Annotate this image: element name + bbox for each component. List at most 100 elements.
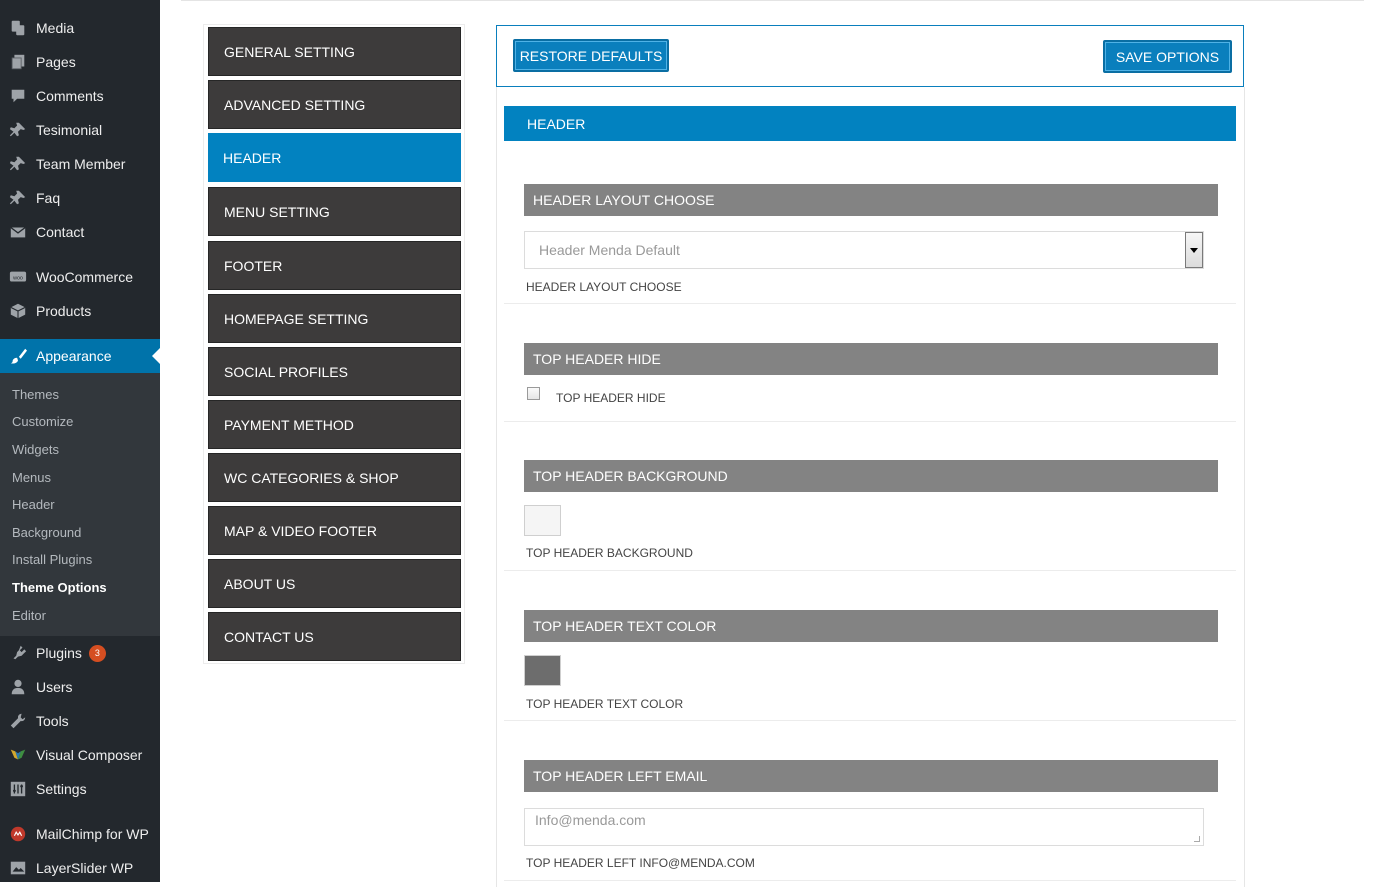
- menu-item-label: Contact: [36, 224, 85, 240]
- menu-item-label: Pages: [36, 54, 76, 70]
- field-heading-top-header-left-email: TOP HEADER LEFT EMAIL: [524, 760, 1218, 792]
- menu-item-users[interactable]: Users: [0, 670, 160, 704]
- theme-options-nav: GENERAL SETTING ADVANCED SETTING HEADER …: [203, 24, 465, 664]
- options-action-bar: RESTORE DEFAULTS SAVE OPTIONS: [496, 25, 1244, 87]
- menu-item-faq[interactable]: Faq: [0, 181, 160, 215]
- box-icon: [0, 302, 36, 320]
- field-divider: [504, 303, 1236, 304]
- field-heading-top-header-text-color: TOP HEADER TEXT COLOR: [524, 610, 1218, 642]
- menu-item-media[interactable]: Media: [0, 11, 160, 45]
- nav-advanced-setting[interactable]: ADVANCED SETTING: [208, 80, 461, 129]
- nav-about-us[interactable]: ABOUT US: [208, 559, 461, 608]
- pin-icon: [0, 155, 36, 173]
- menu-item-label: Products: [36, 303, 92, 319]
- field-heading-top-header-background: TOP HEADER BACKGROUND: [524, 460, 1218, 492]
- menu-item-label: WooCommerce: [36, 269, 133, 285]
- menu-item-label: Users: [36, 679, 73, 695]
- nav-menu-setting[interactable]: MENU SETTING: [208, 187, 461, 236]
- menu-item-plugins[interactable]: Plugins 3: [0, 636, 160, 670]
- section-title: HEADER: [504, 106, 1236, 141]
- nav-wc-categories-shop[interactable]: WC CATEGORIES & SHOP: [208, 453, 461, 502]
- field-divider: [504, 880, 1236, 881]
- plug-icon: [0, 644, 36, 662]
- chevron-down-icon[interactable]: [1185, 232, 1203, 268]
- nav-contact-us[interactable]: CONTACT US: [208, 612, 461, 661]
- field-caption-top-header-left-email: TOP HEADER LEFT INFO@MENDA.COM: [526, 856, 755, 870]
- submenu-customize[interactable]: Customize: [12, 414, 73, 429]
- nav-map-video-footer[interactable]: MAP & VIDEO FOOTER: [208, 506, 461, 555]
- field-caption-top-header-hide: TOP HEADER HIDE: [556, 391, 666, 405]
- menu-item-tools[interactable]: Tools: [0, 704, 160, 738]
- nav-header[interactable]: HEADER: [208, 133, 461, 182]
- submenu-menus[interactable]: Menus: [12, 470, 51, 485]
- menu-item-label: Settings: [36, 781, 87, 797]
- save-options-button[interactable]: SAVE OPTIONS: [1103, 40, 1232, 73]
- menu-item-tesimonial[interactable]: Tesimonial: [0, 113, 160, 147]
- menu-item-label: Visual Composer: [36, 747, 143, 763]
- submenu-background[interactable]: Background: [12, 525, 81, 540]
- svg-text:woo: woo: [12, 275, 23, 281]
- pages-icon: [0, 53, 36, 71]
- menu-item-products[interactable]: Products: [0, 294, 160, 328]
- menu-item-contact[interactable]: Contact: [0, 215, 160, 249]
- submenu-header[interactable]: Header: [12, 497, 55, 512]
- top-header-background-swatch[interactable]: [524, 505, 561, 536]
- field-caption-layout: HEADER LAYOUT CHOOSE: [526, 280, 682, 294]
- field-caption-top-header-background: TOP HEADER BACKGROUND: [526, 546, 693, 560]
- menu-item-mailchimp[interactable]: MailChimp for WP: [0, 817, 160, 851]
- menu-item-label: MailChimp for WP: [36, 826, 149, 842]
- menu-item-label: Team Member: [36, 156, 126, 172]
- nav-payment-method[interactable]: PAYMENT METHOD: [208, 400, 461, 449]
- sliders-icon: [0, 780, 36, 798]
- pin-icon: [0, 121, 36, 139]
- submenu-widgets[interactable]: Widgets: [12, 442, 59, 457]
- top-header-hide-checkbox[interactable]: [527, 387, 540, 400]
- nav-social-profiles[interactable]: SOCIAL PROFILES: [208, 347, 461, 396]
- appearance-submenu: Themes Customize Widgets Menus Header Ba…: [0, 373, 160, 636]
- menu-item-woocommerce[interactable]: woo WooCommerce: [0, 260, 160, 294]
- field-caption-top-header-text-color: TOP HEADER TEXT COLOR: [526, 697, 684, 711]
- nav-general-setting[interactable]: GENERAL SETTING: [208, 27, 461, 76]
- comments-icon: [0, 87, 36, 105]
- menu-item-appearance[interactable]: Appearance: [0, 339, 160, 373]
- wrench-icon: [0, 712, 36, 730]
- menu-item-label: Media: [36, 20, 75, 36]
- menu-item-visual-composer[interactable]: Visual Composer: [0, 738, 160, 772]
- restore-defaults-button[interactable]: RESTORE DEFAULTS: [513, 39, 669, 72]
- paintbrush-icon: [0, 347, 36, 365]
- field-divider: [504, 421, 1236, 422]
- top-header-text-color-swatch[interactable]: [524, 655, 561, 686]
- nav-homepage-setting[interactable]: HOMEPAGE SETTING: [208, 294, 461, 343]
- menu-item-label: Appearance: [36, 348, 112, 364]
- media-icon: [0, 19, 36, 37]
- admin-sidebar: Themes Customize Widgets Menus Header Ba…: [0, 0, 160, 882]
- menu-item-label: Tools: [36, 713, 69, 729]
- menu-item-layerslider[interactable]: LayerSlider WP: [0, 851, 160, 885]
- top-header-left-email-textarea[interactable]: Info@menda.com: [524, 808, 1204, 846]
- woocommerce-icon: woo: [0, 268, 36, 286]
- top-divider: [181, 0, 1364, 1]
- pin-icon: [0, 189, 36, 207]
- menu-item-label: Plugins: [36, 645, 82, 661]
- user-icon: [0, 678, 36, 696]
- menu-item-team-member[interactable]: Team Member: [0, 147, 160, 181]
- menu-item-settings[interactable]: Settings: [0, 772, 160, 806]
- layers-icon: [0, 859, 36, 877]
- submenu-themes[interactable]: Themes: [12, 387, 59, 402]
- envelope-icon: [0, 223, 36, 241]
- field-divider: [504, 720, 1236, 721]
- submenu-theme-options[interactable]: Theme Options: [12, 580, 107, 595]
- submenu-editor[interactable]: Editor: [12, 608, 46, 623]
- menu-item-comments[interactable]: Comments: [0, 79, 160, 113]
- nav-footer[interactable]: FOOTER: [208, 241, 461, 290]
- header-layout-select[interactable]: Header Menda Default: [524, 231, 1204, 269]
- mailchimp-icon: [0, 825, 36, 843]
- textarea-value: Info@menda.com: [535, 812, 646, 828]
- submenu-install-plugins[interactable]: Install Plugins: [12, 552, 92, 567]
- field-heading-top-header-hide: TOP HEADER HIDE: [524, 343, 1218, 375]
- menu-item-label: Comments: [36, 88, 104, 104]
- visual-composer-icon: [0, 746, 36, 764]
- menu-item-pages[interactable]: Pages: [0, 45, 160, 79]
- resize-grip-icon[interactable]: [1194, 836, 1200, 842]
- select-value: Header Menda Default: [539, 242, 680, 258]
